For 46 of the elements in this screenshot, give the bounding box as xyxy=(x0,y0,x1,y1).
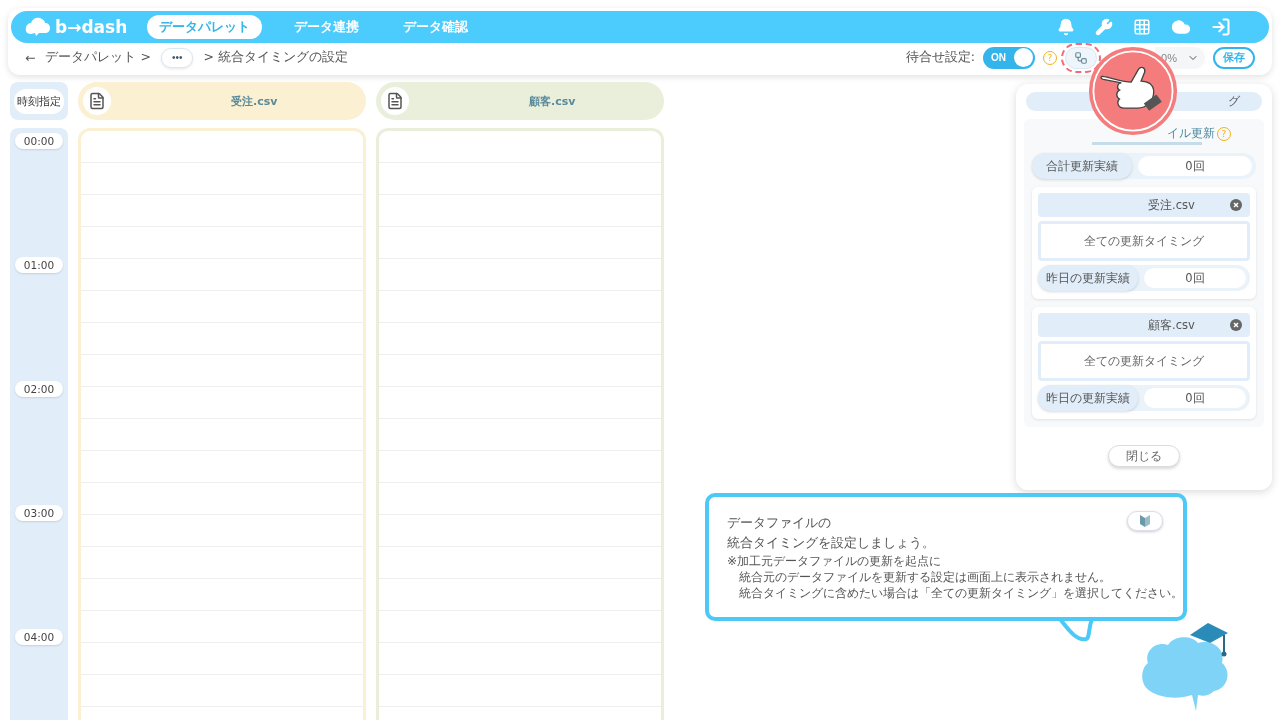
notification-icon[interactable] xyxy=(1057,18,1075,36)
wait-toggle[interactable]: ON xyxy=(983,46,1035,69)
hour-label: 01:00 xyxy=(15,257,63,273)
close-button[interactable]: 閉じる xyxy=(1108,445,1180,467)
timing-option[interactable]: 全ての更新タイミング xyxy=(1038,221,1250,261)
logo[interactable]: b→dash xyxy=(25,16,128,38)
file-name: 受注.csv xyxy=(231,93,278,109)
logo-icon xyxy=(25,16,51,38)
breadcrumb-current: > 統合タイミングの設定 xyxy=(203,49,348,66)
beginner-button[interactable] xyxy=(1127,511,1163,531)
hour-label: 03:00 xyxy=(15,505,63,521)
hour-label: 04:00 xyxy=(15,629,63,645)
document-icon xyxy=(83,87,111,115)
nav-tab[interactable]: データパレット xyxy=(147,15,263,39)
file-name: 顧客.csv xyxy=(529,93,576,109)
yesterday-label: 昨日の更新実績 xyxy=(1038,385,1138,411)
remove-icon[interactable] xyxy=(1230,319,1242,331)
beginner-mark-icon xyxy=(1140,515,1150,527)
ellipsis-button[interactable]: ••• xyxy=(160,47,194,68)
yesterday-label: 昨日の更新実績 xyxy=(1038,265,1138,291)
total-value: 0回 xyxy=(1138,156,1252,176)
wait-setting-label: 待合せ設定: xyxy=(905,49,975,66)
breadcrumb-link[interactable]: データパレット > xyxy=(45,49,151,66)
file-card-name: 受注.csv xyxy=(1148,197,1195,213)
hour-label: 00:00 xyxy=(15,133,63,149)
save-button[interactable]: 保存 xyxy=(1213,46,1255,69)
cloud-icon[interactable] xyxy=(1171,17,1191,37)
timing-option[interactable]: 全ての更新タイミング xyxy=(1038,341,1250,381)
panel-tab[interactable]: イル更新 xyxy=(1167,126,1215,141)
flow-diagram-icon xyxy=(1074,50,1088,65)
hour-label: 02:00 xyxy=(15,381,63,397)
time-header-label: 時刻指定 xyxy=(14,88,64,114)
nav-tab[interactable]: データ確認 xyxy=(391,15,481,39)
tip-title: データファイルの 統合タイミングを設定しましょう。 xyxy=(727,514,935,552)
apps-grid-icon[interactable] xyxy=(1133,18,1151,36)
total-label: 合計更新実績 xyxy=(1032,153,1132,179)
remove-icon[interactable] xyxy=(1230,199,1242,211)
file-card-name: 顧客.csv xyxy=(1148,317,1195,333)
yesterday-value: 0回 xyxy=(1144,268,1246,288)
nav-tab[interactable]: データ連携 xyxy=(282,15,372,39)
document-icon xyxy=(381,87,409,115)
tip-note: ※加工元データファイルの更新を起点に 統合元のデータファイルを更新する設定は画面上に表示されません。 統合タイミングに含めたい場合は「全ての更新タイミング」を選択してください。 xyxy=(727,553,1183,601)
wrench-icon[interactable] xyxy=(1095,18,1113,36)
yesterday-value: 0回 xyxy=(1144,388,1246,408)
back-link[interactable]: ← xyxy=(25,50,36,65)
logout-icon[interactable] xyxy=(1211,17,1231,37)
